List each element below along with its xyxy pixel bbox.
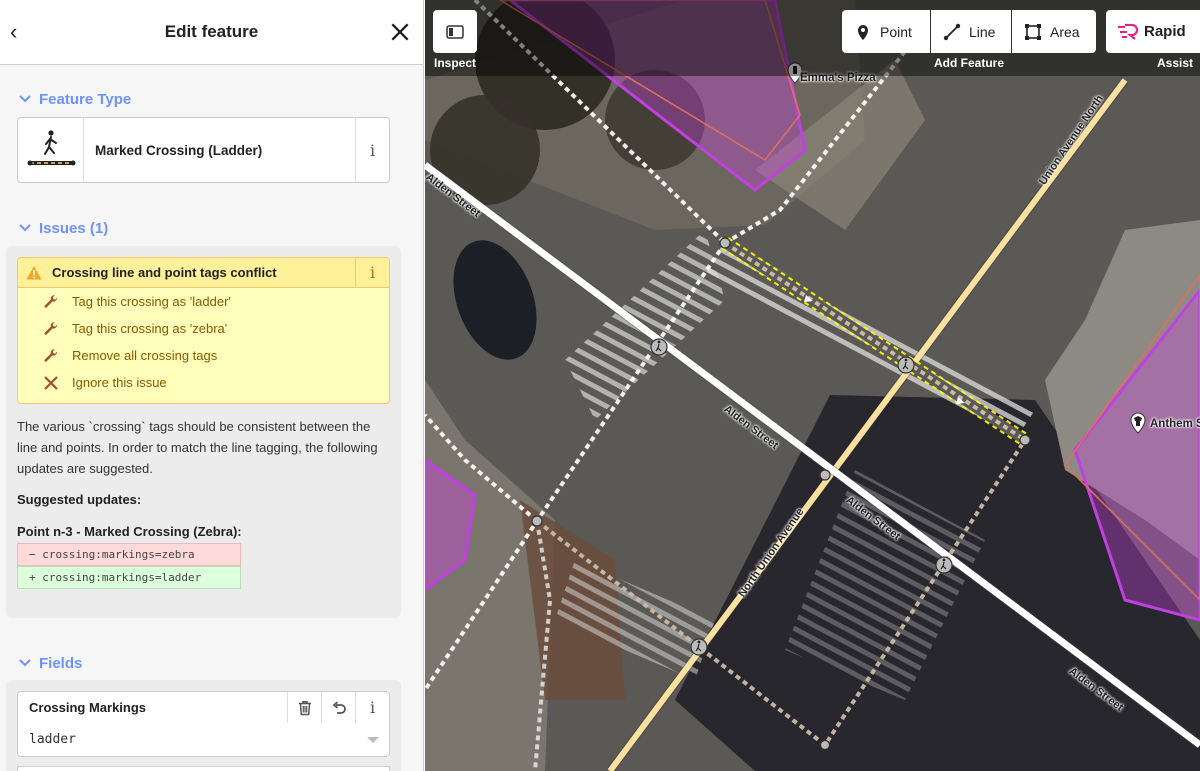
crossing-markings-field-header: Crossing Markings i xyxy=(17,691,390,724)
issue-message: Crossing line and point tags conflict xyxy=(52,265,277,280)
next-field-header xyxy=(17,766,390,771)
dropdown-caret-icon xyxy=(367,737,379,743)
crossing-preset-icon xyxy=(18,118,84,182)
chevron-down-icon xyxy=(19,659,31,667)
point-icon xyxy=(858,24,868,40)
trash-icon xyxy=(298,700,311,715)
line-icon xyxy=(943,23,961,40)
fix-remove-tags[interactable]: Remove all crossing tags xyxy=(18,342,389,369)
wrench-icon xyxy=(44,321,58,335)
feature-type-section-toggle[interactable]: Feature Type xyxy=(18,89,131,109)
close-icon[interactable] xyxy=(389,21,411,43)
point-label: Point xyxy=(880,23,912,40)
fix-label: Tag this crossing as 'ladder' xyxy=(72,294,231,309)
preset-button[interactable]: Marked Crossing (Ladder) i xyxy=(17,117,390,183)
add-point-button[interactable]: Point xyxy=(842,10,930,53)
add-line-button[interactable]: Line xyxy=(931,10,1011,53)
add-area-button[interactable]: Area xyxy=(1012,10,1096,53)
issue-description: The various `crossing` tags should be co… xyxy=(17,419,378,476)
field-value: ladder xyxy=(29,732,76,747)
delete-field-button[interactable] xyxy=(287,692,321,723)
field-label: Crossing Markings xyxy=(29,700,147,715)
feature-type-section-label: Feature Type xyxy=(39,90,132,108)
area-icon xyxy=(1025,23,1041,40)
issues-section-label: Issues (1) xyxy=(39,219,109,237)
fields-section-label: Fields xyxy=(39,654,83,672)
area-label: Area xyxy=(1050,23,1080,40)
fix-tag-zebra[interactable]: Tag this crossing as 'zebra' xyxy=(18,315,389,342)
suggested-updates-title: Suggested updates: xyxy=(17,492,142,507)
chevron-down-icon xyxy=(19,224,31,232)
inspect-caption: Inspect xyxy=(433,56,476,70)
suggested-point-title: Point n-3 - Marked Crossing (Zebra): xyxy=(17,524,242,539)
warning-icon xyxy=(26,265,42,279)
inspector-sidebar: ‹ Edit feature Feature Type Marked Cross… xyxy=(0,0,424,771)
line-label: Line xyxy=(969,23,996,40)
crossing-markings-combo[interactable]: ladder xyxy=(17,723,390,757)
issues-section-toggle[interactable]: Issues (1) xyxy=(18,218,108,238)
inspect-button[interactable] xyxy=(433,10,477,53)
assist-caption: Assist xyxy=(1156,56,1194,70)
rapid-button[interactable]: Rapid xyxy=(1106,10,1200,53)
preset-name: Marked Crossing (Ladder) xyxy=(95,142,263,158)
sidebar-title: Edit feature xyxy=(164,22,259,41)
rapid-label: Rapid xyxy=(1144,23,1186,40)
wrench-icon xyxy=(44,294,58,308)
issue-info-button[interactable]: i xyxy=(355,258,389,287)
chevron-down-icon xyxy=(19,95,31,103)
fix-tag-ladder[interactable]: Tag this crossing as 'ladder' xyxy=(18,288,389,315)
wrench-icon xyxy=(44,348,58,362)
undo-icon xyxy=(332,700,346,714)
map-view[interactable]: Emma's Pizza Anthem S Alden Street Alden… xyxy=(425,0,1200,771)
fix-label: Tag this crossing as 'zebra' xyxy=(72,321,228,336)
fix-label: Ignore this issue xyxy=(72,375,167,390)
sidebar-header: ‹ Edit feature xyxy=(0,0,423,65)
fix-ignore-issue[interactable]: Ignore this issue xyxy=(18,369,389,396)
revert-field-button[interactable] xyxy=(321,692,355,723)
x-icon xyxy=(44,375,58,390)
field-info-button[interactable]: i xyxy=(355,692,389,723)
fix-label: Remove all crossing tags xyxy=(72,348,218,363)
sidebar-toggle-icon xyxy=(446,24,464,39)
preset-info-button[interactable]: i xyxy=(355,118,389,182)
issue-card: Crossing line and point tags conflict i … xyxy=(17,257,390,404)
diff-added-line: + crossing:markings=ladder xyxy=(17,566,241,589)
issue-header[interactable]: Crossing line and point tags conflict i xyxy=(18,258,389,288)
poi-label-anthem: Anthem S xyxy=(1150,418,1200,430)
add-feature-caption: Add Feature xyxy=(933,56,1004,70)
fields-section-toggle[interactable]: Fields xyxy=(18,653,82,673)
diff-removed-line: − crossing:markings=zebra xyxy=(17,543,241,566)
rapid-logo-icon xyxy=(1118,23,1139,40)
